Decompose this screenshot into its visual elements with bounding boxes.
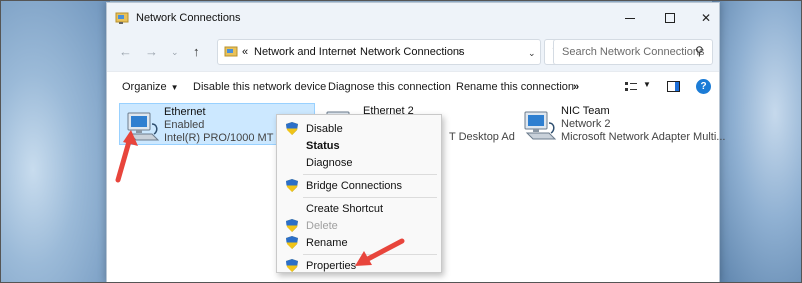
menu-item-create-shortcut[interactable]: Create Shortcut [277, 200, 441, 217]
connection-adapter: Microsoft Network Adapter Multi... [561, 131, 726, 143]
menu-item-diagnose[interactable]: Diagnose [277, 154, 441, 171]
menu-item-label: Rename [306, 237, 348, 249]
up-arrow-icon[interactable]: ↑ [193, 44, 200, 59]
window-title: Network Connections [136, 12, 241, 24]
view-options-icon[interactable] [625, 82, 637, 92]
menu-separator [303, 197, 437, 198]
connection-item-nic-team[interactable]: NIC Team Network 2 Microsoft Network Ada… [517, 103, 725, 145]
view-options-chevron-icon[interactable]: ▼ [643, 80, 651, 89]
rename-connection-button[interactable]: Rename this connection [456, 81, 574, 93]
menu-item-label: Status [306, 140, 340, 152]
search-input[interactable]: Search Network Connections [553, 39, 713, 65]
menu-item-label: Create Shortcut [306, 203, 384, 215]
close-icon: ✕ [700, 11, 712, 25]
menu-item-label: Properties [306, 260, 357, 272]
menu-item-label: Disable [306, 123, 343, 135]
organize-menu[interactable]: Organize ▼ [122, 81, 179, 93]
desktop-wallpaper-right [712, 0, 802, 283]
recent-locations-chevron-icon[interactable]: ⌄ [171, 47, 179, 58]
network-folder-icon [224, 46, 238, 57]
uac-shield-icon [286, 122, 298, 135]
preview-pane-icon[interactable] [667, 81, 680, 92]
connection-name: NIC Team [561, 105, 610, 117]
uac-shield-icon [286, 219, 298, 232]
connection-name: Ethernet [164, 106, 206, 118]
menu-item-bridge-connections[interactable]: Bridge Connections [277, 177, 441, 194]
close-button[interactable]: ✕ [683, 3, 729, 33]
back-arrow-icon[interactable]: ← [119, 44, 132, 59]
uac-shield-icon [286, 259, 298, 272]
network-folder-icon [115, 12, 129, 24]
title-bar[interactable]: Network Connections ✕ [107, 3, 719, 33]
connection-adapter: T Desktop Ad [449, 131, 515, 143]
address-overflow-chevron[interactable]: « [242, 46, 248, 58]
chevron-down-icon: ▼ [170, 83, 179, 92]
breadcrumb-separator-icon[interactable]: › [458, 46, 462, 58]
diagnose-connection-button[interactable]: Diagnose this connection [328, 81, 451, 93]
uac-shield-icon [286, 179, 298, 192]
search-icon[interactable]: ⚲ [695, 44, 711, 58]
menu-item-disable[interactable]: Disable [277, 120, 441, 137]
desktop-wallpaper-left [0, 0, 110, 283]
minimize-icon [625, 17, 635, 19]
menu-item-label: Delete [306, 220, 338, 232]
menu-item-status[interactable]: Status [277, 137, 441, 154]
menu-item-delete[interactable]: Delete [277, 217, 441, 234]
menu-item-label: Bridge Connections [306, 180, 403, 192]
more-commands-button[interactable]: » [573, 81, 579, 93]
command-toolbar: Organize ▼ Disable this network device Di… [107, 71, 719, 101]
help-icon[interactable]: ? [696, 79, 711, 94]
annotation-arrow-left [355, 238, 405, 266]
breadcrumb-network-and-internet[interactable]: Network and Internet [254, 46, 356, 58]
network-adapter-icon [524, 111, 557, 140]
breadcrumb-network-connections[interactable]: Network Connections [360, 46, 465, 58]
navigation-bar: ← → ⌄ ↑ « Network and Internet › Network… [107, 33, 719, 71]
forward-arrow-icon[interactable]: → [145, 44, 158, 59]
menu-separator [303, 174, 437, 175]
connection-status: Network 2 [561, 118, 611, 130]
disable-network-device-button[interactable]: Disable this network device [193, 81, 326, 93]
maximize-icon [665, 13, 675, 23]
menu-item-label: Diagnose [306, 157, 353, 169]
uac-shield-icon [286, 236, 298, 249]
breadcrumb-separator-icon[interactable]: › [350, 46, 354, 58]
address-bar[interactable]: « Network and Internet › Network Connect… [217, 39, 541, 65]
address-dropdown-chevron-icon[interactable]: ⌄ [528, 48, 536, 59]
annotation-arrow-up [115, 130, 138, 183]
connection-status: Enabled [164, 119, 205, 131]
